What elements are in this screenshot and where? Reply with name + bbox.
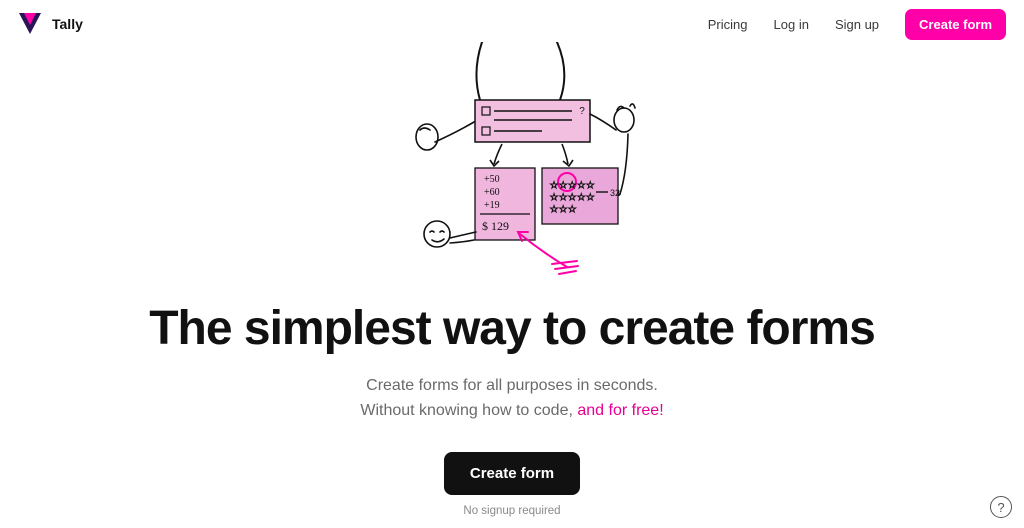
- svg-text:★★★: ★★★: [550, 204, 577, 214]
- hero-subtext: Create forms for all purposes in seconds…: [360, 374, 663, 424]
- svg-text:?: ?: [579, 106, 585, 117]
- hero-create-form-button[interactable]: Create form: [444, 452, 580, 495]
- calc-total: $ 129: [482, 219, 509, 233]
- hero-sub-accent: and for free!: [577, 402, 663, 419]
- hero-cta-note: No signup required: [463, 505, 560, 517]
- calc-line-2: +19: [484, 200, 500, 211]
- calc-line-1: +60: [484, 187, 500, 198]
- nav-pricing[interactable]: Pricing: [708, 17, 748, 32]
- svg-text:★★★★★: ★★★★★: [550, 192, 595, 202]
- calc-line-0: +50: [484, 174, 500, 185]
- tally-logo-icon: [18, 12, 42, 36]
- nav-signup[interactable]: Sign up: [835, 17, 879, 32]
- hero: ? +50 +60 +19 $ 129 ★★★★★ ★★★★★: [0, 48, 1024, 517]
- brand-name: Tally: [52, 16, 83, 32]
- header: Tally Pricing Log in Sign up Create form: [0, 0, 1024, 48]
- top-nav: Pricing Log in Sign up Create form: [708, 9, 1006, 40]
- hero-sub-line1: Create forms for all purposes in seconds…: [366, 377, 658, 394]
- brand[interactable]: Tally: [18, 12, 83, 36]
- svg-text:★★★★★: ★★★★★: [550, 180, 595, 190]
- help-button[interactable]: ?: [990, 496, 1012, 518]
- hero-headline: The simplest way to create forms: [149, 301, 875, 356]
- nav-login[interactable]: Log in: [774, 17, 809, 32]
- hero-sub-line2-prefix: Without knowing how to code,: [360, 402, 577, 419]
- question-mark-icon: ?: [997, 500, 1004, 515]
- nav-create-form-button[interactable]: Create form: [905, 9, 1006, 40]
- hero-illustration: ? +50 +60 +19 $ 129 ★★★★★ ★★★★★: [372, 42, 652, 297]
